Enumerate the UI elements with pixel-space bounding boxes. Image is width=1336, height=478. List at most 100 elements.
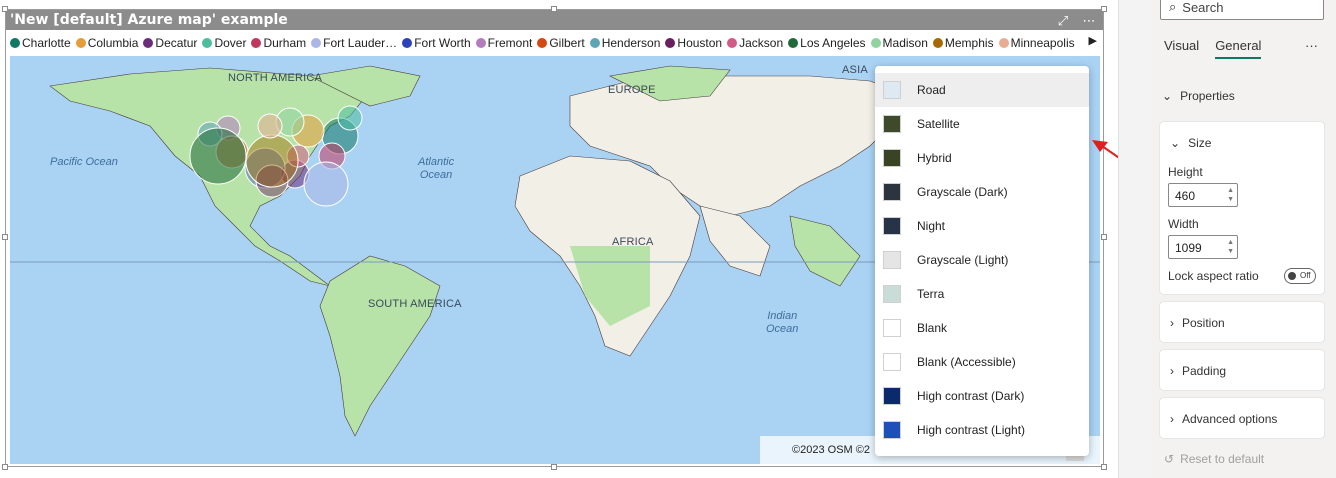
stepper-icon[interactable]: ▲ ▼	[1227, 186, 1234, 204]
style-thumbnail-icon	[883, 149, 901, 167]
tab-visual[interactable]: Visual	[1164, 38, 1199, 59]
style-thumbnail-icon	[883, 183, 901, 201]
stepper-icon[interactable]: ▲ ▼	[1227, 238, 1234, 256]
legend-item[interactable]: Columbia	[75, 36, 138, 50]
legend-label: Fort Lauder…	[323, 36, 398, 50]
map-style-option[interactable]: Night	[875, 209, 1089, 243]
size-label: Size	[1188, 136, 1212, 150]
padding-card[interactable]: › Padding	[1160, 350, 1324, 390]
more-options-icon[interactable]: ···	[1305, 38, 1318, 53]
advanced-options-label: Advanced options	[1182, 412, 1278, 426]
map-style-label: Grayscale (Light)	[917, 253, 1009, 267]
legend-dot	[475, 38, 486, 48]
tab-general[interactable]: General	[1215, 38, 1262, 59]
map-style-option[interactable]: Hybrid	[875, 141, 1089, 175]
legend-dot	[311, 38, 322, 48]
legend-label: Jackson	[739, 36, 784, 50]
legend-label: Los Angeles	[800, 36, 866, 50]
legend-item[interactable]: Minneapolis	[998, 36, 1075, 50]
map-style-option[interactable]: Blank (Accessible)	[875, 345, 1089, 379]
properties-header[interactable]: ⌄ Properties	[1162, 89, 1235, 103]
legend-item[interactable]: Houston	[665, 36, 722, 50]
height-label: Height	[1168, 165, 1203, 179]
focus-mode-icon[interactable]: ⤢	[1055, 13, 1071, 29]
chevron-down-icon: ⌄	[1162, 89, 1173, 103]
legend-dot	[75, 38, 86, 48]
resize-handle[interactable]	[551, 6, 557, 12]
resize-handle[interactable]	[2, 6, 8, 12]
padding-label: Padding	[1182, 364, 1227, 378]
size-header[interactable]: ⌄ Size	[1170, 136, 1211, 150]
map-style-menu[interactable]: Road Satellite Hybrid Grayscale (Dark) Night…	[875, 66, 1089, 456]
legend-label: Madison	[882, 36, 928, 50]
resize-handle[interactable]	[551, 464, 557, 470]
legend-item[interactable]: Charlotte	[10, 36, 71, 50]
legend-dot	[932, 38, 943, 48]
map-style-option[interactable]: Terra	[875, 277, 1089, 311]
chevron-right-icon: ›	[1170, 316, 1174, 330]
reset-icon: ↺	[1164, 452, 1175, 466]
position-label: Position	[1182, 316, 1225, 330]
legend-item[interactable]: Dover	[202, 36, 246, 50]
bubble-dover	[337, 105, 363, 131]
resize-handle[interactable]	[1101, 234, 1107, 240]
map-style-option[interactable]: High contrast (Dark)	[875, 379, 1089, 413]
resize-handle[interactable]	[2, 464, 8, 470]
legend-item[interactable]: Fort Lauder…	[311, 36, 397, 50]
style-thumbnail-icon	[883, 285, 901, 303]
legend-item[interactable]: Fort Worth	[402, 36, 471, 50]
resize-handle[interactable]	[1101, 464, 1107, 470]
map-style-label: High contrast (Light)	[917, 423, 1026, 437]
bubble-los-angeles	[189, 127, 247, 185]
width-value: 1099	[1175, 241, 1202, 255]
legend-item[interactable]: Fremont	[475, 36, 533, 50]
lock-aspect-toggle[interactable]: Off	[1284, 268, 1316, 284]
position-card[interactable]: › Position	[1160, 302, 1324, 342]
map-style-label: Hybrid	[917, 151, 952, 165]
legend-item[interactable]: Madison	[870, 36, 928, 50]
legend-dot	[788, 38, 799, 48]
map-style-label: Night	[917, 219, 946, 233]
legend-label: Charlotte	[22, 36, 71, 50]
legend-label: Henderson	[601, 36, 661, 50]
map-style-option[interactable]: Grayscale (Dark)	[875, 175, 1089, 209]
advanced-options-card[interactable]: › Advanced options	[1160, 398, 1324, 438]
map-style-option[interactable]: Grayscale (Light)	[875, 243, 1089, 277]
reset-to-default[interactable]: ↺ Reset to default	[1164, 452, 1264, 466]
resize-handle[interactable]	[1101, 6, 1107, 12]
legend-dot	[202, 38, 213, 48]
more-options-icon[interactable]: ⋯	[1081, 13, 1097, 29]
legend-item[interactable]: Jackson	[727, 36, 783, 50]
pane-gutter	[1118, 0, 1152, 478]
style-thumbnail-icon	[883, 387, 901, 405]
legend-item[interactable]: Gilbert	[537, 36, 585, 50]
legend-item[interactable]: Memphis	[932, 36, 994, 50]
legend-label: Fremont	[487, 36, 533, 50]
legend-label: Houston	[677, 36, 723, 50]
legend-label: Fort Worth	[414, 36, 471, 50]
height-field[interactable]: 460 ▲ ▼	[1168, 183, 1238, 207]
resize-handle[interactable]	[2, 234, 8, 240]
bubble-memphis	[245, 134, 299, 188]
map-style-label: Grayscale (Dark)	[917, 185, 1008, 199]
map-style-option[interactable]: Road	[875, 73, 1089, 107]
bubble-fort-lauderdale	[303, 161, 349, 207]
legend-dot	[251, 38, 262, 48]
legend-item[interactable]: Los Angeles	[788, 36, 866, 50]
width-field[interactable]: 1099 ▲ ▼	[1168, 235, 1238, 259]
map-style-label: Terra	[917, 287, 945, 301]
chevron-right-icon[interactable]: ▶	[1089, 34, 1097, 47]
legend-item[interactable]: Decatur	[143, 36, 197, 50]
legend-dot	[665, 38, 676, 48]
map-style-option[interactable]: High contrast (Light)	[875, 413, 1089, 447]
map-style-label: Blank (Accessible)	[917, 355, 1016, 369]
search-input[interactable]: ⌕ Search	[1160, 0, 1324, 20]
legend-item[interactable]: Durham	[251, 36, 306, 50]
map-style-option[interactable]: Blank	[875, 311, 1089, 345]
properties-label: Properties	[1180, 89, 1235, 103]
chevron-right-icon: ›	[1170, 412, 1174, 426]
legend-dot	[537, 38, 548, 48]
map-style-option[interactable]: Satellite	[875, 107, 1089, 141]
format-pane: ⌕ Search Visual General ··· ⌄ Properties…	[1152, 0, 1336, 478]
legend-item[interactable]: Henderson	[589, 36, 661, 50]
